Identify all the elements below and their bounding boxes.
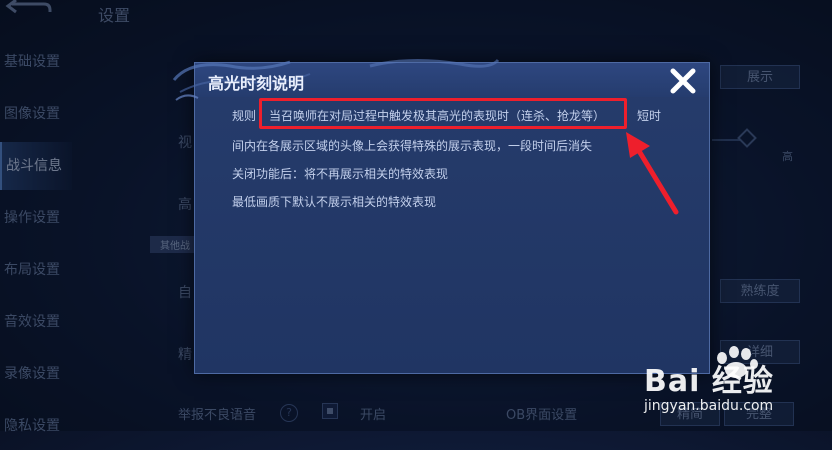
low-quality-note-text: 最低画质下默认不展示相关的特效表现 (232, 195, 437, 209)
disable-note-text: 关闭功能后：将不再展示相关的特效表现 (232, 167, 449, 181)
close-icon (670, 68, 696, 94)
rule-text-line: 间内在各展示区域的头像上会获得特殊的展示表现，一段时间后消失 (232, 139, 593, 153)
annotation-highlight-box (259, 98, 627, 129)
close-button[interactable] (668, 66, 698, 96)
watermark-url: jingyan.baidu.com (644, 398, 774, 414)
dialog-title: 高光时刻说明 (208, 74, 305, 93)
baidu-jingyan-watermark: Bai 经验 (644, 364, 774, 399)
rule-text-tail: 短时 (637, 109, 662, 123)
rule-label: 规则 (232, 109, 257, 123)
